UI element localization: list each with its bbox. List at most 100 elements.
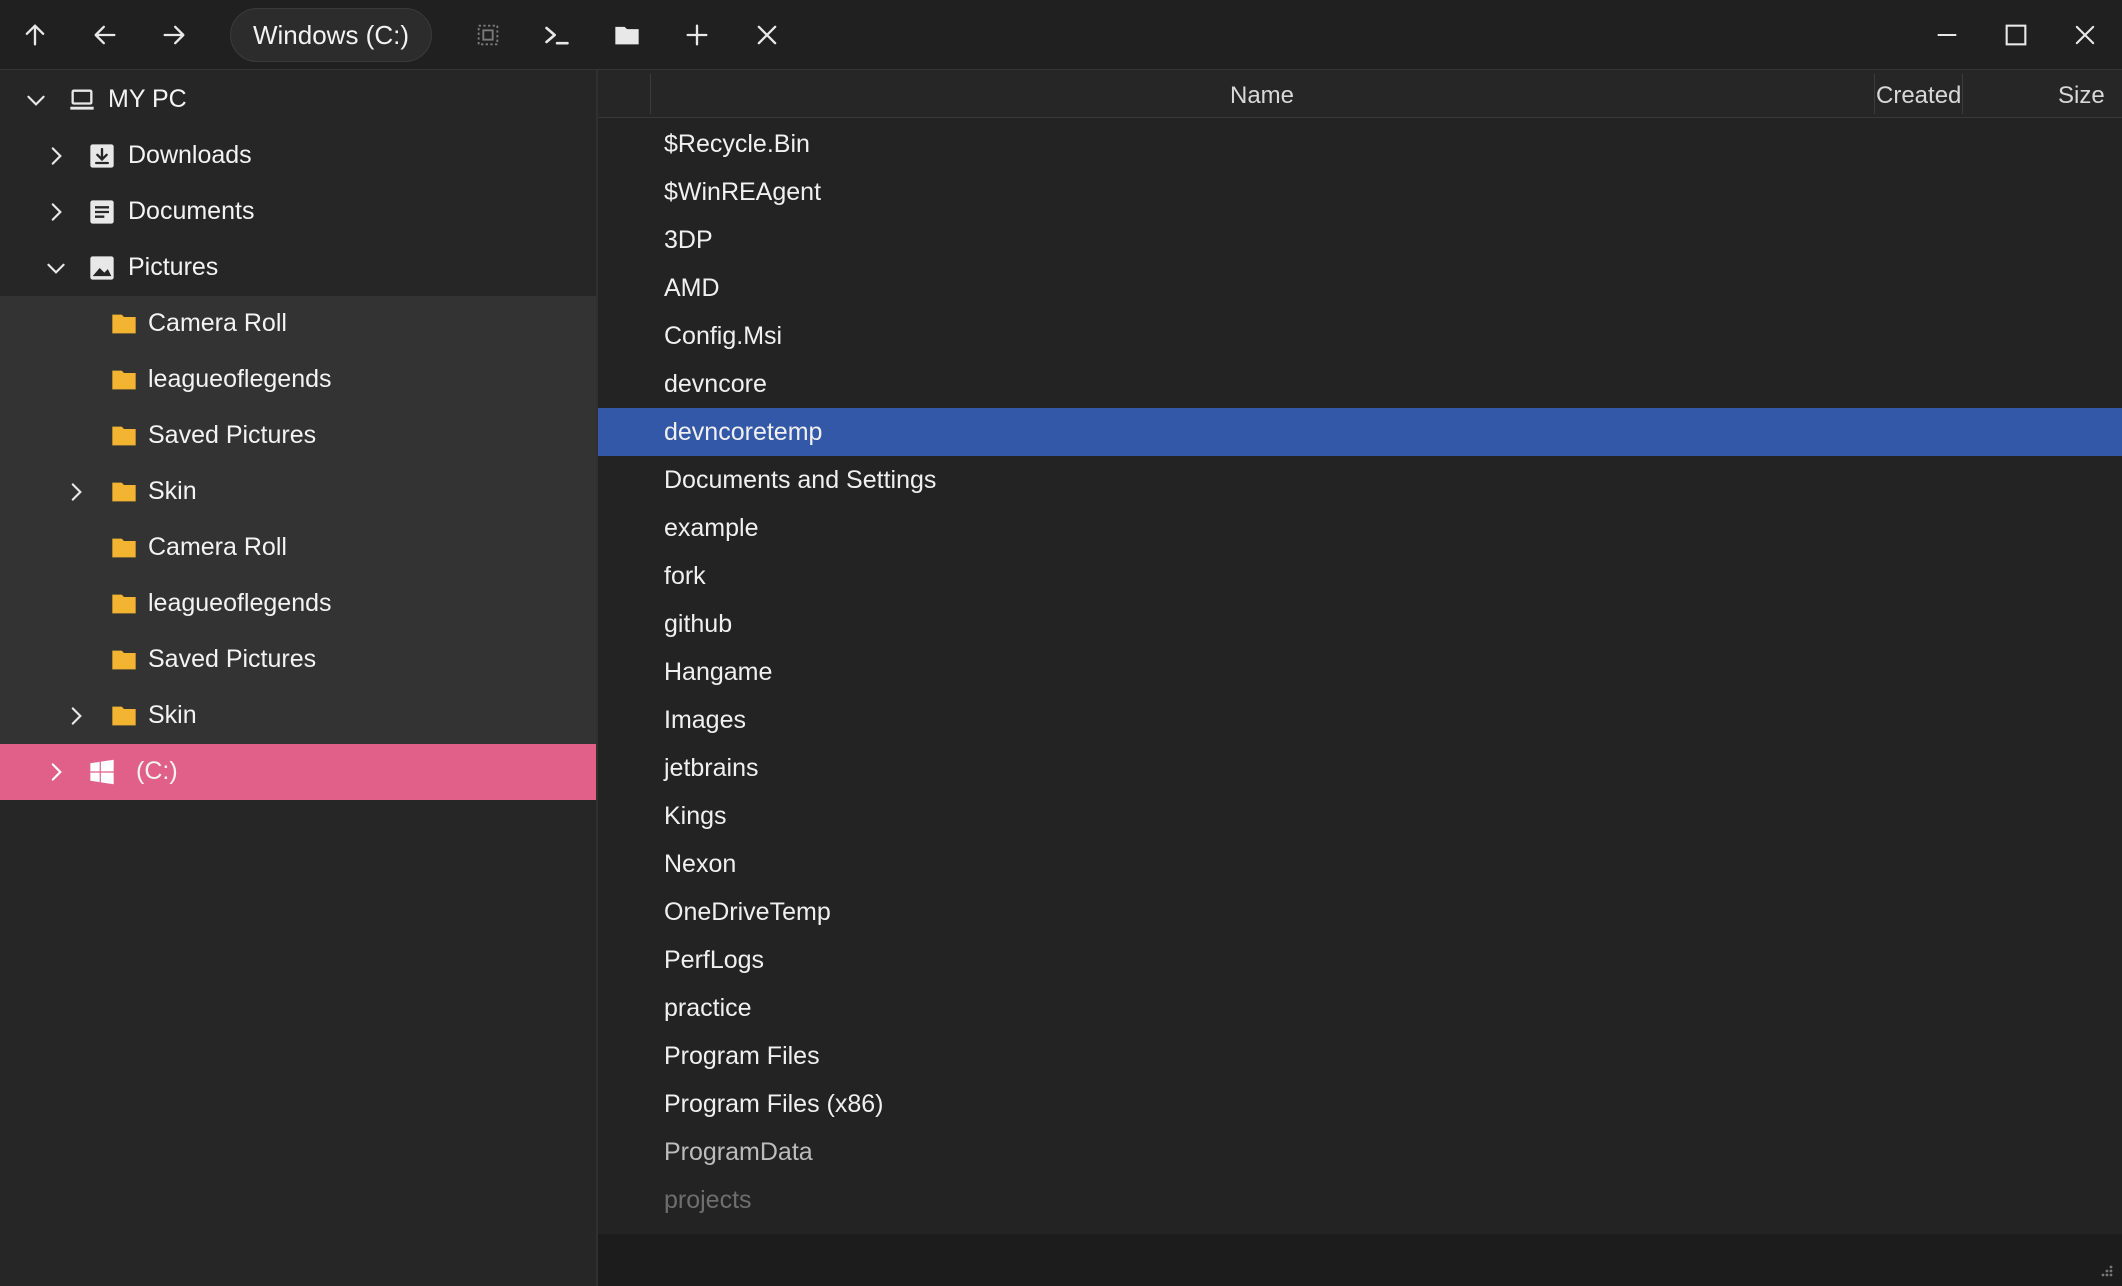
- chevron-right-icon[interactable]: [42, 198, 70, 226]
- tree-item-label: Pictures: [128, 253, 219, 281]
- file-name: projects: [664, 1186, 752, 1214]
- column-name-header[interactable]: Name: [1230, 82, 1294, 110]
- status-bar: [598, 1234, 2122, 1286]
- chevron-right-icon[interactable]: [42, 142, 70, 170]
- chevron-right-icon[interactable]: [42, 758, 70, 786]
- column-size-header[interactable]: Size: [2058, 82, 2105, 110]
- folder-icon: [110, 422, 138, 450]
- path-breadcrumb[interactable]: Windows (C:): [230, 8, 432, 62]
- file-row[interactable]: 3DP: [598, 216, 2122, 264]
- file-row[interactable]: OneDriveTemp: [598, 888, 2122, 936]
- file-name: github: [664, 610, 733, 638]
- file-row[interactable]: ProgramData: [598, 1128, 2122, 1176]
- file-row[interactable]: practice: [598, 984, 2122, 1032]
- file-row[interactable]: jetbrains: [598, 744, 2122, 792]
- file-row[interactable]: Documents and Settings: [598, 456, 2122, 504]
- tree-item-skin[interactable]: Skin: [0, 688, 596, 744]
- minimize-icon: [1937, 33, 1957, 37]
- file-row-selected[interactable]: devncoretemp: [598, 408, 2122, 456]
- column-divider[interactable]: [1962, 74, 1963, 114]
- close-window-button[interactable]: [2064, 14, 2106, 56]
- tree-item-label: (C:): [136, 757, 178, 785]
- windows-icon: [88, 758, 116, 786]
- tree-item-saved-pictures[interactable]: Saved Pictures: [0, 408, 596, 464]
- tree-item-saved-pictures[interactable]: Saved Pictures: [0, 632, 596, 688]
- tree-item-label: leagueoflegends: [148, 365, 332, 393]
- tree-item-label: Camera Roll: [148, 309, 287, 337]
- folder-icon: [110, 310, 138, 338]
- tree-item-documents[interactable]: Documents: [0, 184, 596, 240]
- terminal-button[interactable]: [536, 14, 578, 56]
- forward-button[interactable]: [153, 14, 195, 56]
- arrow-up-icon: [25, 24, 45, 46]
- tree-item-leagueoflegends[interactable]: leagueoflegends: [0, 576, 596, 632]
- tree-item-downloads[interactable]: Downloads: [0, 128, 596, 184]
- file-row[interactable]: projects: [598, 1176, 2122, 1224]
- file-row[interactable]: Images: [598, 696, 2122, 744]
- tree-item-label: MY PC: [108, 85, 187, 113]
- tree-item-leagueoflegends[interactable]: leagueoflegends: [0, 352, 596, 408]
- file-row[interactable]: devncore: [598, 360, 2122, 408]
- new-tab-button[interactable]: [676, 14, 718, 56]
- maximize-icon: [2005, 24, 2027, 46]
- file-name: Images: [664, 706, 746, 734]
- chevron-down-icon[interactable]: [42, 254, 70, 282]
- file-name: Documents and Settings: [664, 466, 937, 494]
- file-name: Program Files: [664, 1042, 820, 1070]
- chevron-down-icon[interactable]: [22, 86, 50, 114]
- file-name: 3DP: [664, 226, 713, 254]
- select-all-button[interactable]: [467, 14, 509, 56]
- maximize-button[interactable]: [1995, 14, 2037, 56]
- sidebar-tree: MY PC Downloads Documents Pictures Camer…: [0, 70, 598, 1286]
- tree-item-label: Skin: [148, 477, 197, 505]
- file-row[interactable]: fork: [598, 552, 2122, 600]
- file-name: $Recycle.Bin: [664, 130, 810, 158]
- file-row[interactable]: Config.Msi: [598, 312, 2122, 360]
- file-row[interactable]: Hangame: [598, 648, 2122, 696]
- tree-item-label: Saved Pictures: [148, 645, 317, 673]
- file-name: jetbrains: [664, 754, 759, 782]
- column-created-header[interactable]: Created: [1876, 82, 1961, 110]
- file-name: Nexon: [664, 850, 737, 878]
- tree-item-pictures[interactable]: Pictures: [0, 240, 596, 296]
- tree-item-my-pc[interactable]: MY PC: [0, 72, 596, 128]
- close-icon: [757, 25, 777, 45]
- folder-icon: [110, 590, 138, 618]
- chevron-right-icon[interactable]: [62, 702, 90, 730]
- column-divider[interactable]: [1874, 74, 1875, 114]
- file-name: devncoretemp: [664, 418, 823, 446]
- file-name: fork: [664, 562, 706, 590]
- up-button[interactable]: [14, 14, 56, 56]
- back-button[interactable]: [84, 14, 126, 56]
- open-folder-button[interactable]: [606, 14, 648, 56]
- arrow-left-icon: [94, 25, 116, 45]
- tree-item-skin[interactable]: Skin: [0, 464, 596, 520]
- file-row[interactable]: Program Files: [598, 1032, 2122, 1080]
- column-divider[interactable]: [650, 74, 651, 114]
- column-header: Name Created Size: [598, 70, 2122, 118]
- file-row[interactable]: PerfLogs: [598, 936, 2122, 984]
- file-name: ProgramData: [664, 1138, 813, 1166]
- file-row[interactable]: Kings: [598, 792, 2122, 840]
- path-label: Windows (C:): [252, 19, 409, 50]
- minimize-button[interactable]: [1926, 14, 1968, 56]
- tree-item-drive-c[interactable]: (C:): [0, 744, 596, 800]
- resize-grip-icon[interactable]: [2098, 1262, 2114, 1278]
- file-name: Kings: [664, 802, 727, 830]
- file-name: Hangame: [664, 658, 773, 686]
- file-name: devncore: [664, 370, 767, 398]
- file-row[interactable]: github: [598, 600, 2122, 648]
- file-row[interactable]: Nexon: [598, 840, 2122, 888]
- file-row[interactable]: $Recycle.Bin: [598, 120, 2122, 168]
- tree-item-camera-roll[interactable]: Camera Roll: [0, 296, 596, 352]
- image-icon: [88, 254, 116, 282]
- tree-item-label: Downloads: [128, 141, 252, 169]
- file-row[interactable]: Program Files (x86): [598, 1080, 2122, 1128]
- file-row[interactable]: example: [598, 504, 2122, 552]
- close-icon: [2075, 25, 2095, 45]
- chevron-right-icon[interactable]: [62, 478, 90, 506]
- file-row[interactable]: $WinREAgent: [598, 168, 2122, 216]
- file-row[interactable]: AMD: [598, 264, 2122, 312]
- close-tab-button[interactable]: [746, 14, 788, 56]
- tree-item-camera-roll[interactable]: Camera Roll: [0, 520, 596, 576]
